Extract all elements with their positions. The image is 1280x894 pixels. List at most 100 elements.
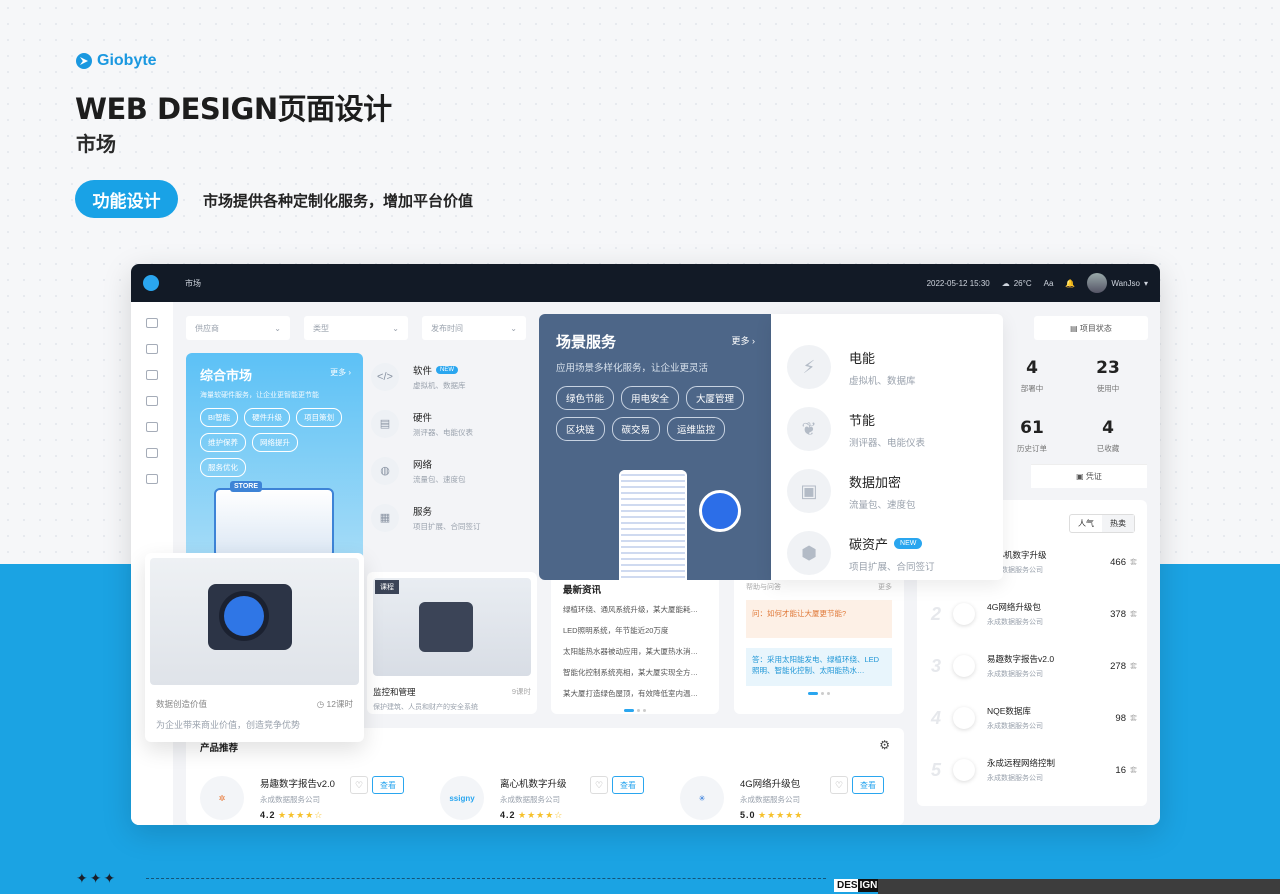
scene-tag[interactable]: 用电安全 — [621, 386, 680, 410]
user-name: WanJso — [1111, 278, 1140, 288]
scene-tag[interactable]: 绿色节能 — [556, 386, 615, 410]
service-item[interactable]: ⚡ 电能 虚拟机、数据库 — [787, 336, 987, 398]
stat-in-use[interactable]: 23 使用中 — [1083, 358, 1133, 396]
featured-course-card[interactable]: 数据创造价值 ◷ 12课时 为企业带来商业价值，创造竞争优势 — [145, 553, 364, 742]
view-button[interactable]: 查看 — [372, 776, 404, 794]
stat-deploying[interactable]: 4 部署中 — [1007, 358, 1057, 396]
service-item[interactable]: ⬢ 碳资产 NEW 项目扩展、合同签订 — [787, 522, 987, 584]
pagination-dots[interactable] — [563, 709, 707, 712]
tab-hot[interactable]: 热卖 — [1102, 515, 1134, 532]
nav-store-icon[interactable] — [146, 474, 158, 484]
news-item[interactable]: 智能化控制系统亮相，某大厦实现全方… — [563, 667, 707, 678]
news-title: 最新资讯 — [563, 585, 602, 596]
heart-icon[interactable]: ♡ — [590, 776, 608, 794]
scene-tag[interactable]: 区块链 — [556, 417, 605, 441]
chevron-down-icon: ⌄ — [274, 323, 281, 333]
market-tag[interactable]: 服务优化 — [200, 458, 246, 477]
nav-dashboard-icon[interactable] — [146, 344, 158, 354]
weather-temp: 26°C — [1013, 278, 1032, 288]
news-item[interactable]: LED照明系统，年节能近20万度 — [563, 625, 707, 636]
user-menu[interactable]: WanJso ▾ — [1087, 273, 1148, 293]
star-rating-icon: ★★★★☆ — [518, 810, 564, 820]
category-item[interactable]: </> 软件 NEW 虚拟机、数据库 — [371, 353, 531, 400]
nav-chart-icon[interactable] — [146, 318, 158, 328]
voucher-button[interactable]: ▣ 凭证 — [1031, 464, 1147, 488]
product-company: 永成数据服务公司 — [740, 795, 800, 804]
qa-title: 帮助与问答 — [746, 584, 781, 591]
category-item[interactable]: ▦ 服务 项目扩展、合同签订 — [371, 494, 531, 541]
product-company: 永成数据服务公司 — [260, 795, 320, 804]
footer-design-mark: DES IGN — [834, 879, 883, 892]
stat-history[interactable]: 61 历史订单 — [1007, 418, 1057, 456]
heart-icon[interactable]: ♡ — [350, 776, 368, 794]
scene-tag[interactable]: 碳交易 — [611, 417, 661, 441]
breadcrumb[interactable]: 市场 — [185, 278, 201, 289]
filter-supplier[interactable]: 供应商 ⌄ — [186, 316, 290, 340]
weather: ☁ 26°C — [1002, 279, 1032, 288]
tab-popular[interactable]: 人气 — [1070, 515, 1102, 532]
market-tag[interactable]: BI智能 — [200, 408, 239, 427]
store-illustration — [214, 481, 334, 558]
scene-tag[interactable]: 大厦管理 — [686, 386, 745, 410]
doc-icon: ▤ — [1070, 323, 1080, 333]
project-status-tab[interactable]: ▤ 项目状态 — [1034, 316, 1148, 340]
nav-pie-icon[interactable] — [146, 370, 158, 380]
scene-more-link[interactable]: 更多 › — [731, 334, 755, 347]
news-item[interactable]: 太阳能热水器被动应用，某大厦热水消… — [563, 646, 707, 657]
ranking-row[interactable]: 4 NQE数据库 永成数据服务公司 98 套 — [931, 692, 1137, 744]
service-list-panel: ⚡ 电能 虚拟机、数据库 ❦ 节能 测评器、电能仪表 ▣ 数据加密 流量包、速度包 ⬢ 碳资产… — [771, 314, 1003, 580]
star-decoration-icon: ✦✦✦ — [76, 870, 118, 886]
category-name: 硬件 — [413, 412, 433, 424]
market-tag[interactable]: 维护保养 — [200, 433, 246, 452]
product-section-title: 产品推荐 — [200, 743, 239, 754]
product-name: 易趣数字报告v2.0 — [260, 779, 335, 790]
radio-illustration: 课程 — [373, 578, 531, 676]
course-card[interactable]: 课程 监控和管理 9课时 保护建筑、人员和财产的安全系统 — [367, 572, 537, 714]
qa-question[interactable]: 问：如何才能让大厦更节能? — [746, 600, 892, 638]
brand-logo: Giobyte — [76, 52, 157, 70]
nav-users-icon[interactable] — [146, 448, 158, 458]
ranking-row[interactable]: 3 易趣数字报告v2.0 永成数据服务公司 278 套 — [931, 640, 1137, 692]
filter-type[interactable]: 类型 ⌄ — [304, 316, 408, 340]
logo-icon — [76, 53, 92, 69]
stat-favorites[interactable]: 4 已收藏 — [1083, 418, 1133, 456]
category-item[interactable]: ▤ 硬件 测评器、电能仪表 — [371, 400, 531, 447]
market-title: 综合市场 — [200, 368, 253, 383]
product-logo-icon — [953, 655, 975, 677]
lock-icon: ▣ — [787, 469, 831, 513]
view-button[interactable]: 查看 — [852, 776, 884, 794]
gear-icon[interactable]: ⚙ — [879, 738, 890, 752]
filter-date[interactable]: 发布时间 ⌄ — [422, 316, 526, 340]
qa-answer[interactable]: 答：采用太阳能发电、绿植环绕、LED照明、智能化控制、太阳能热水… — [746, 648, 892, 686]
ranking-row[interactable]: 5 永成远程网络控制 永成数据服务公司 16 套 — [931, 744, 1137, 796]
category-item[interactable]: ◍ 网络 流量包、速度包 — [371, 447, 531, 494]
market-tag[interactable]: 硬件升级 — [244, 408, 291, 427]
news-item[interactable]: 绿植环绕、通风系统升级，某大厦能耗… — [563, 604, 707, 615]
nav-wrench-icon[interactable] — [146, 422, 158, 432]
product-score: 5.0 — [740, 810, 756, 820]
market-tag[interactable]: 项目策划 — [296, 408, 343, 427]
ranking-tabs: 人气 热卖 — [1069, 514, 1135, 533]
scene-desc: 应用场景多样化服务，让企业更灵活 — [556, 363, 709, 374]
pagination-dots[interactable] — [746, 692, 892, 695]
market-tag[interactable]: 网络提升 — [252, 433, 298, 452]
service-item[interactable]: ▣ 数据加密 流量包、速度包 — [787, 460, 987, 522]
scene-tag[interactable]: 运维监控 — [667, 417, 726, 441]
scene-tags: 绿色节能 用电安全 大厦管理 区块链 碳交易 运维监控 — [556, 386, 754, 441]
nav-document-icon[interactable] — [146, 396, 158, 406]
hexagon-icon: ⬢ — [787, 531, 831, 575]
view-button[interactable]: 查看 — [612, 776, 644, 794]
news-item[interactable]: 某大厦打造绿色屋顶，有效降低室内温… — [563, 688, 707, 699]
category-sub: 测评器、电能仪表 — [413, 427, 473, 437]
font-size-button[interactable]: Aa — [1044, 279, 1054, 288]
bell-icon[interactable]: 🔔 — [1065, 279, 1075, 288]
heart-icon[interactable]: ♡ — [830, 776, 848, 794]
filter-bar: 供应商 ⌄ 类型 ⌄ 发布时间 ⌄ — [186, 316, 526, 340]
product-logo-icon: ✲ — [200, 776, 244, 820]
product-name: 离心机数字升级 — [500, 779, 567, 790]
ranking-row[interactable]: 2 4G网络升级包 永成数据服务公司 378 套 — [931, 588, 1137, 640]
app-logo-icon[interactable] — [143, 275, 159, 291]
service-item[interactable]: ❦ 节能 测评器、电能仪表 — [787, 398, 987, 460]
course-badge: 课程 — [375, 580, 399, 594]
market-more-link[interactable]: 更多 › — [330, 367, 351, 378]
